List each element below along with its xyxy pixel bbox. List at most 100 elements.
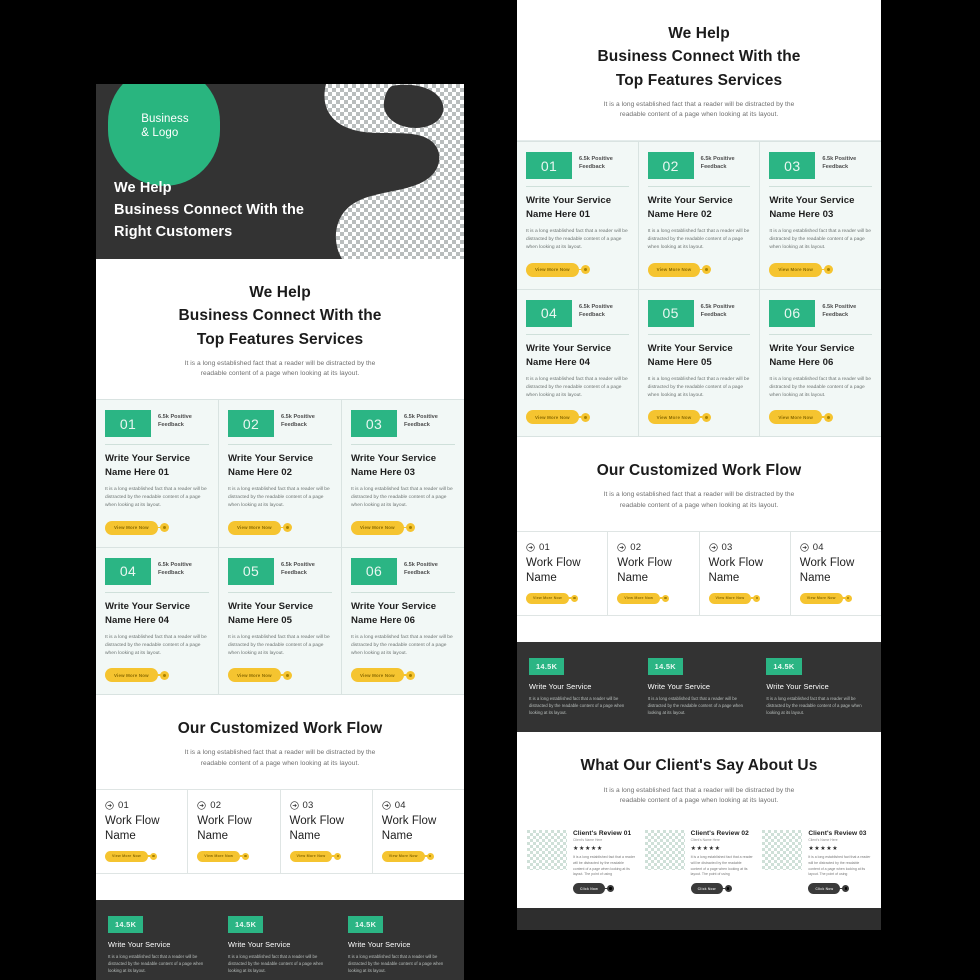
hero-heading-line-2: Business Connect With the <box>114 201 305 218</box>
service-card[interactable]: 04 6.5k Positive Feedback Write Your Ser… <box>517 289 638 437</box>
workflow-name-line-2: Name <box>617 571 649 584</box>
service-description: It is a long established fact that a rea… <box>351 487 453 509</box>
service-card[interactable]: 02 6.5k Positive Feedback Write Your Ser… <box>638 142 760 289</box>
service-card[interactable]: 05 6.5k Positive Feedback Write Your Ser… <box>638 289 760 437</box>
services-title-line-1: We Help <box>249 284 311 301</box>
view-more-button[interactable]: View More Now <box>228 511 332 535</box>
arrow-circle-icon <box>604 885 615 893</box>
stat-value: 14.5K <box>766 657 802 675</box>
service-name: Write Your Service Name Here 04 <box>526 342 629 370</box>
view-more-button[interactable]: View More Now <box>769 253 872 277</box>
workflow-card[interactable]: 01 Work Flow Name View More Now <box>96 789 188 873</box>
service-card[interactable]: 01 6.5k Positive Feedback Write Your Ser… <box>96 400 218 547</box>
service-name: Write Your Service Name Here 02 <box>648 194 751 222</box>
workflow-view-more-button[interactable]: View More Now <box>381 850 455 862</box>
arrow-circle-right-icon <box>105 801 114 810</box>
workflow-card[interactable]: 02 Work Flow Name View More Now <box>608 531 699 615</box>
view-more-label: View More Now <box>105 520 158 535</box>
view-more-button[interactable]: View More Now <box>526 253 629 277</box>
workflow-view-more-button[interactable]: View More Now <box>799 592 872 604</box>
view-more-button[interactable]: View More Now <box>228 658 332 683</box>
hero-heading-line-3: Right Customers <box>114 223 233 240</box>
service-number-badge: 04 <box>105 557 151 585</box>
service-name: Write Your Service Name Here 03 <box>351 452 455 480</box>
service-number-badge: 03 <box>351 410 397 438</box>
divider <box>526 186 629 188</box>
testimonial-click-button[interactable]: Click Now <box>808 883 871 894</box>
workflow-card[interactable]: 01 Work Flow Name View More Now <box>517 531 608 615</box>
service-name-line-1: Write Your Service <box>647 195 733 207</box>
workflow-card[interactable]: 04 Work Flow Name View More Now <box>372 789 464 873</box>
workflow-name-line-1: Work Flow <box>381 814 437 827</box>
right-page-preview: We Help Business Connect With the Top Fe… <box>517 0 881 930</box>
testimonial-card[interactable]: Client's Review 01 Client's Name Here ★★… <box>527 830 636 894</box>
workflow-number-row: 01 <box>105 800 178 811</box>
service-feedback-line-1: 6.5k Positive <box>281 414 315 421</box>
workflow-view-more-button[interactable]: View More Now <box>289 850 363 862</box>
workflow-subtitle-line-2: readable content of a page when looking … <box>200 759 360 767</box>
service-name: Write Your Service Name Here 02 <box>228 452 332 480</box>
service-card[interactable]: 03 6.5k Positive Feedback Write Your Ser… <box>342 400 464 547</box>
view-more-button[interactable]: View More Now <box>351 511 455 535</box>
service-card[interactable]: 05 6.5k Positive Feedback Write Your Ser… <box>219 547 341 695</box>
service-feedback: 6.5k Positive Feedback <box>404 410 438 429</box>
workflow-number-row: 04 <box>382 800 455 811</box>
service-card[interactable]: 06 6.5k Positive Feedback Write Your Ser… <box>760 289 881 437</box>
service-feedback-line-1: 6.5k Positive <box>579 303 613 310</box>
service-card[interactable]: 03 6.5k Positive Feedback Write Your Ser… <box>760 142 881 289</box>
workflow-card[interactable]: 03 Work Flow Name View More Now <box>699 531 790 615</box>
service-name: Write Your Service Name Here 01 <box>526 194 629 222</box>
testimonials-subtitle-line-1: It is a long established fact that a rea… <box>603 786 795 794</box>
arrow-circle-icon <box>568 594 578 602</box>
workflow-card[interactable]: 03 Work Flow Name View More Now <box>280 789 372 873</box>
service-card[interactable]: 01 6.5k Positive Feedback Write Your Ser… <box>517 142 638 289</box>
testimonial-card[interactable]: Client's Review 03 Client's Name Here ★★… <box>762 830 871 894</box>
service-name-line-1: Write Your Service <box>526 195 612 207</box>
workflow-name-line-1: Work Flow <box>708 556 764 569</box>
workflow-name-line-2: Name <box>289 829 321 842</box>
workflow-view-more-label: View More Now <box>381 850 425 862</box>
stat-title: Write Your Service <box>228 939 291 949</box>
testimonial-click-button[interactable]: Click Now <box>573 883 636 894</box>
view-more-button[interactable]: View More Now <box>647 253 751 277</box>
service-card[interactable]: 06 6.5k Positive Feedback Write Your Ser… <box>342 547 464 695</box>
workflow-view-more-button[interactable]: View More Now <box>197 850 270 862</box>
workflow-card[interactable]: 04 Work Flow Name View More Now <box>790 531 881 615</box>
service-card[interactable]: 02 6.5k Positive Feedback Write Your Ser… <box>219 400 341 547</box>
testimonial-button-label: Click Now <box>808 883 841 894</box>
view-more-button[interactable]: View More Now <box>351 658 455 683</box>
arrow-circle-icon <box>839 885 850 893</box>
arrow-circle-icon <box>402 523 415 533</box>
view-more-button[interactable]: View More Now <box>105 658 209 683</box>
testimonial-button-label: Click Now <box>573 883 606 894</box>
stat-item: 14.5K Write Your Service It is a long es… <box>647 656 751 717</box>
view-more-button[interactable]: View More Now <box>105 511 209 535</box>
view-more-button[interactable]: View More Now <box>526 400 629 425</box>
workflow-name: Work Flow Name <box>382 814 455 844</box>
workflow-view-more-button[interactable]: View More Now <box>617 592 689 604</box>
view-more-button[interactable]: View More Now <box>769 400 872 425</box>
workflow-view-more-button[interactable]: View More Now <box>708 592 781 604</box>
logo-line-2: & Logo <box>141 127 179 139</box>
workflow-name: Work Flow Name <box>800 556 872 586</box>
service-name-line-1: Write Your Service <box>769 342 855 354</box>
service-card[interactable]: 04 6.5k Positive Feedback Write Your Ser… <box>96 547 218 695</box>
workflow-card[interactable]: 02 Work Flow Name View More Now <box>188 789 280 873</box>
service-number-badge: 05 <box>228 557 274 585</box>
arrow-circle-icon <box>147 852 157 860</box>
workflow-view-more-button[interactable]: View More Now <box>105 850 178 862</box>
testimonial-name: Client's Review 02 <box>690 830 749 838</box>
service-description: It is a long established fact that a rea… <box>105 487 207 509</box>
stat-item: 14.5K Write Your Service It is a long es… <box>108 914 212 975</box>
service-card-top: 04 6.5k Positive Feedback <box>105 557 209 585</box>
testimonial-card[interactable]: Client's Review 02 Client's Name Here ★★… <box>644 830 754 894</box>
service-name: Write Your Service Name Here 01 <box>105 452 209 480</box>
testimonial-click-button[interactable]: Click Now <box>690 883 754 894</box>
workflow-view-more-button[interactable]: View More Now <box>526 592 598 604</box>
service-description: It is a long established fact that a rea… <box>351 634 453 656</box>
service-card-top: 05 6.5k Positive Feedback <box>228 557 332 585</box>
testimonial-name: Client's Review 01 <box>573 830 632 838</box>
workflow-view-more-label: View More Now <box>526 592 569 604</box>
view-more-button[interactable]: View More Now <box>647 400 751 425</box>
arrow-circle-icon <box>279 670 292 680</box>
